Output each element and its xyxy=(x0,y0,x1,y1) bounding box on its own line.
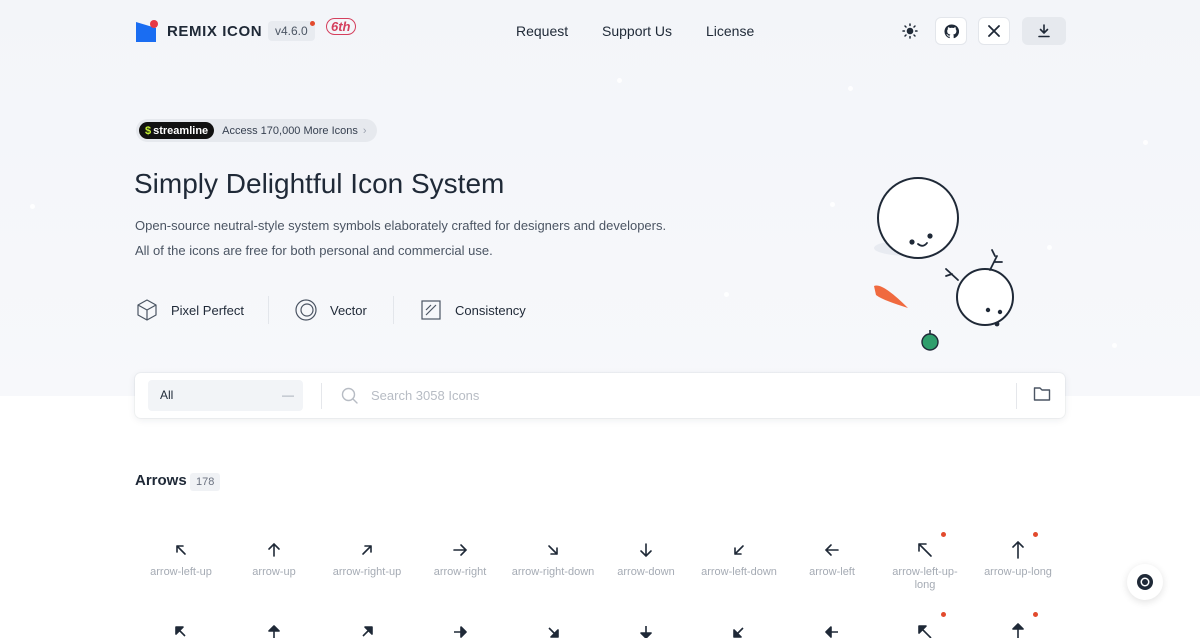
floating-action-button[interactable] xyxy=(1127,564,1163,600)
promo-text: Access 170,000 More Icons xyxy=(222,124,358,137)
arrow-right-up-fill-icon xyxy=(362,626,373,637)
category-select[interactable]: All — xyxy=(148,380,303,411)
icon-arrow-right[interactable]: arrow-right xyxy=(412,540,508,579)
logo[interactable]: REMIX ICON xyxy=(136,20,262,42)
hero-description-line2: All of the icons are free for both perso… xyxy=(135,243,493,258)
arrow-right-icon xyxy=(453,544,468,556)
snowman-illustration xyxy=(874,177,1014,351)
nav-support-us[interactable]: Support Us xyxy=(602,23,672,39)
remix-logo-icon xyxy=(136,20,158,42)
section-count: 178 xyxy=(190,473,221,491)
x-twitter-button[interactable] xyxy=(978,17,1010,45)
top-header: REMIX ICON v4.6.0 6th Request Support Us… xyxy=(0,0,1200,62)
arrow-up-fill-icon xyxy=(268,625,280,638)
icon-row2-5[interactable] xyxy=(505,622,601,638)
new-badge-dot xyxy=(941,612,946,617)
vector-circle-icon xyxy=(295,299,317,321)
download-icon xyxy=(1038,24,1050,38)
arrow-left-up-icon xyxy=(176,545,186,555)
github-button[interactable] xyxy=(935,17,967,45)
bolt-icon: $ xyxy=(145,124,152,137)
search-input[interactable] xyxy=(371,382,971,409)
anniversary-badge: 6th xyxy=(326,18,356,35)
download-button[interactable] xyxy=(1022,17,1066,45)
arrow-up-long-fill-icon xyxy=(1012,623,1024,638)
new-badge-dot xyxy=(1033,532,1038,537)
icon-row2-4[interactable] xyxy=(412,622,508,638)
x-icon xyxy=(988,25,1000,37)
arrow-left-down-icon xyxy=(734,545,744,555)
logo-text: REMIX ICON xyxy=(167,22,263,40)
search-icon xyxy=(341,387,358,404)
arrow-right-down-fill-icon xyxy=(548,627,559,638)
arrow-left-down-fill-icon xyxy=(733,627,744,638)
section-title: Arrows xyxy=(135,472,187,489)
icon-arrow-up-long[interactable]: arrow-up-long xyxy=(970,540,1066,579)
new-badge-dot xyxy=(941,532,946,537)
icon-arrow-left-down[interactable]: arrow-left-down xyxy=(691,540,787,579)
feature-pixel-perfect: Pixel Perfect xyxy=(135,298,244,322)
icon-row2-3[interactable] xyxy=(319,622,415,638)
nav-request[interactable]: Request xyxy=(516,23,568,39)
icon-arrow-up[interactable]: arrow-up xyxy=(226,540,322,579)
arrow-left-up-fill-icon xyxy=(175,626,186,637)
arrow-left-fill-icon xyxy=(825,626,838,638)
hero-title: Simply Delightful Icon System xyxy=(134,168,505,199)
icon-arrow-left[interactable]: arrow-left xyxy=(784,540,880,579)
arrow-right-up-icon xyxy=(362,545,372,555)
sun-icon xyxy=(902,23,918,39)
arrow-down-fill-icon xyxy=(640,626,652,638)
camera-lens-icon xyxy=(1137,574,1153,590)
search-card: All — xyxy=(135,373,1065,418)
icon-arrow-down[interactable]: arrow-down xyxy=(598,540,694,579)
icon-arrow-right-up[interactable]: arrow-right-up xyxy=(319,540,415,579)
nav-license[interactable]: License xyxy=(706,23,754,39)
arrow-down-icon xyxy=(640,543,652,558)
icon-arrow-left-up-long[interactable]: arrow-left-up-long xyxy=(877,540,973,592)
streamline-promo[interactable]: $ streamline Access 170,000 More Icons › xyxy=(136,119,377,142)
theme-toggle-button[interactable] xyxy=(894,17,926,45)
version-badge[interactable]: v4.6.0 xyxy=(268,21,315,41)
cube-icon xyxy=(137,299,157,321)
icon-row2-9[interactable] xyxy=(877,622,973,638)
arrow-right-down-icon xyxy=(548,545,558,555)
icon-arrow-right-down[interactable]: arrow-right-down xyxy=(505,540,601,579)
icon-row2-6[interactable] xyxy=(598,622,694,638)
arrow-up-long-icon xyxy=(1012,541,1024,559)
icon-row2-2[interactable] xyxy=(226,622,322,638)
select-caret-icon: — xyxy=(282,388,294,402)
chevron-right-icon: › xyxy=(362,124,367,137)
github-icon xyxy=(943,23,959,38)
arrow-left-icon xyxy=(824,544,839,556)
streamline-logo: $ streamline xyxy=(139,122,215,139)
icon-row2-8[interactable] xyxy=(784,622,880,638)
grid-square-icon xyxy=(421,300,441,320)
arrow-up-icon xyxy=(268,542,280,557)
new-badge-dot xyxy=(1033,612,1038,617)
icon-row2-7[interactable] xyxy=(691,622,787,638)
version-new-dot xyxy=(310,21,315,26)
hero-description-line1: Open-source neutral-style system symbols… xyxy=(135,218,667,233)
arrow-left-up-long-icon xyxy=(918,543,932,557)
feature-vector: Vector xyxy=(294,298,367,322)
icon-row2-10[interactable] xyxy=(970,622,1066,638)
icon-row2-1[interactable] xyxy=(133,622,229,638)
arrow-right-fill-icon xyxy=(454,626,467,638)
feature-consistency: Consistency xyxy=(419,298,526,322)
folder-icon[interactable] xyxy=(1033,386,1051,402)
arrow-left-up-long-fill-icon xyxy=(918,625,932,638)
icon-arrow-left-up[interactable]: arrow-left-up xyxy=(133,540,229,579)
